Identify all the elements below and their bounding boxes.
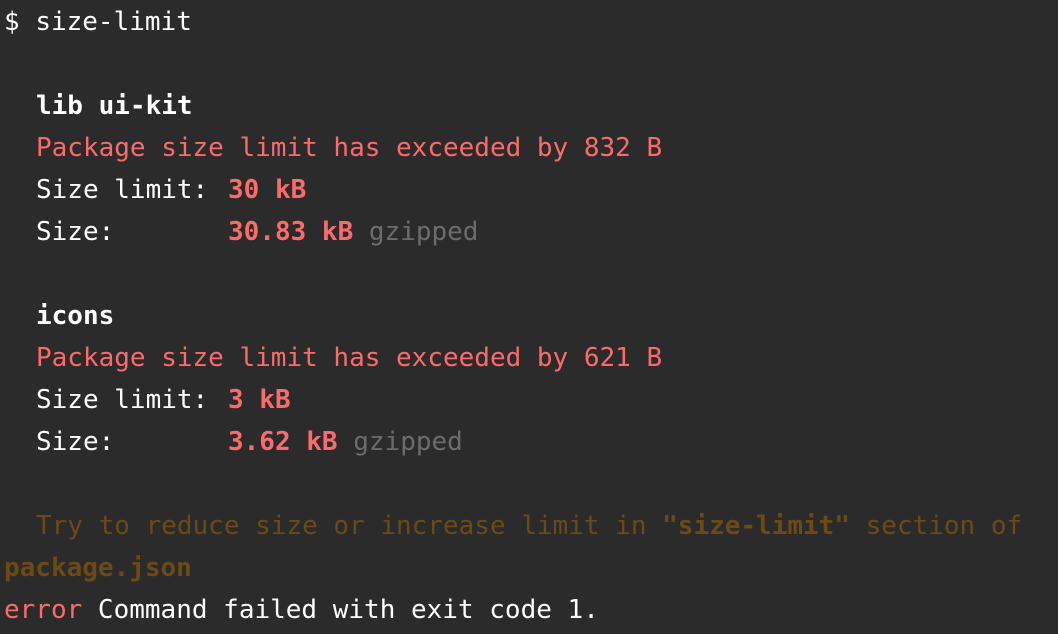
- size-limit-row: Size limit: 3 kB: [36, 383, 291, 417]
- hint-line: Try to reduce size or increase limit in …: [36, 509, 1022, 543]
- size-value: 30.83 kB: [228, 217, 354, 247]
- command-line: $ size-limit: [4, 5, 192, 39]
- size-limit-value: 30 kB: [228, 175, 307, 205]
- size-limit-label: Size limit:: [36, 175, 209, 205]
- terminal-window: $ size-limit lib ui-kit Package size lim…: [0, 0, 1058, 634]
- size-limit-value: 3 kB: [228, 385, 291, 415]
- size-row: Size: 3.62 kB gzipped: [36, 425, 463, 459]
- size-value: 3.62 kB: [228, 427, 338, 457]
- error-message: Command failed with exit code 1.: [82, 595, 599, 625]
- size-label: Size:: [36, 427, 115, 457]
- size-suffix: gzipped: [368, 217, 479, 247]
- error-line: error Command failed with exit code 1.: [4, 593, 599, 627]
- size-limit-label: Size limit:: [36, 385, 209, 415]
- package-warning: Package size limit has exceeded by 621 B: [36, 343, 663, 373]
- hint-after: section of: [849, 511, 1023, 541]
- package-name: icons: [36, 301, 115, 331]
- hint-highlight: "size-limit": [662, 511, 850, 541]
- hint-before: Try to reduce size or increase limit in: [36, 511, 663, 541]
- size-label: Size:: [36, 217, 115, 247]
- command-text: size-limit: [35, 7, 192, 37]
- size-suffix: gzipped: [353, 427, 463, 457]
- size-row: Size: 30.83 kB gzipped: [36, 215, 478, 249]
- error-keyword: error: [4, 595, 83, 625]
- package-warning: Package size limit has exceeded by 832 B: [36, 133, 663, 163]
- prompt-symbol: $: [4, 7, 20, 37]
- package-name: lib ui-kit: [36, 91, 193, 121]
- size-limit-row: Size limit: 30 kB: [36, 173, 306, 207]
- hint-file: package.json: [4, 553, 192, 583]
